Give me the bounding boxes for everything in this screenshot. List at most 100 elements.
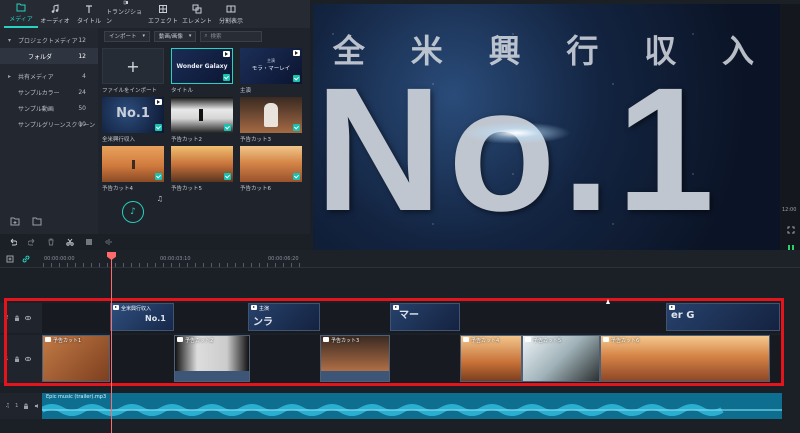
sidebar-item-sample-videos[interactable]: サンプル動画 50 bbox=[0, 100, 98, 116]
ruler-ticks bbox=[43, 263, 303, 267]
title-clip-icon bbox=[223, 51, 230, 57]
video-clip[interactable]: 予告カット1 bbox=[42, 335, 110, 382]
title-clip[interactable]: マー bbox=[390, 303, 460, 331]
media-item-no1[interactable]: No.1 全米興行収入 bbox=[102, 97, 164, 143]
sidebar-item-shared-media[interactable]: ▸ 共有メディア 4 bbox=[0, 68, 98, 84]
lock-icon[interactable] bbox=[14, 356, 20, 362]
sidebar-item-sample-colors[interactable]: サンプルカラー 24 bbox=[0, 84, 98, 100]
filter-dropdown[interactable]: 動画/画像 ▾ bbox=[154, 30, 197, 42]
video-clip[interactable]: 予告カット3 bbox=[320, 335, 390, 382]
astronaut-figure bbox=[264, 103, 278, 127]
media-library-toolbar: メディア オーディオ タイトル トランジション エフェクト エレメント 分割表示 bbox=[0, 0, 310, 28]
video-clip[interactable]: 予告カット4 bbox=[460, 335, 522, 382]
media-thumbnail bbox=[171, 97, 233, 133]
added-check-icon bbox=[293, 75, 300, 82]
media-item-lead[interactable]: 主演 モラ・マーレイ 主演 bbox=[240, 48, 302, 94]
sidebar-item-sample-green-screen[interactable]: サンプルグリーンスクリーン 10 bbox=[0, 116, 98, 132]
video-clip[interactable]: 予告カット5 bbox=[522, 335, 600, 382]
tab-audio-label: オーディオ bbox=[40, 18, 70, 25]
clip-preview-text: マー bbox=[399, 310, 419, 321]
folder-icon[interactable] bbox=[32, 216, 42, 226]
audio-clip[interactable]: Epic music (trailer).mp3 bbox=[42, 393, 782, 419]
media-thumbnail: ♪ ♫ bbox=[102, 195, 164, 225]
video-track-lane: 予告カット1 予告カット2 予告カット3 予告カット4 予告カット5 予告カット… bbox=[42, 335, 782, 383]
lock-icon[interactable] bbox=[14, 315, 20, 321]
video-clip-icon bbox=[603, 337, 609, 342]
tab-elements[interactable]: エレメント bbox=[180, 0, 214, 28]
lens-flare bbox=[461, 122, 571, 144]
tab-media[interactable]: メディア bbox=[4, 0, 38, 28]
chevron-down-icon: ▾ bbox=[142, 33, 146, 39]
import-media-tile[interactable]: + ファイルをインポート bbox=[102, 48, 164, 94]
transition-icon bbox=[123, 0, 128, 5]
add-track-icon[interactable] bbox=[6, 255, 14, 263]
media-item-title[interactable]: Wonder Galaxy タイトル bbox=[171, 48, 233, 94]
preview-player[interactable]: 全 米 興 行 収 入 No.1 bbox=[313, 4, 780, 266]
tab-audio[interactable]: オーディオ bbox=[38, 0, 72, 28]
speaker-icon[interactable] bbox=[34, 403, 40, 409]
media-item-cut2[interactable]: 予告カット2 bbox=[171, 97, 233, 143]
undo-icon[interactable] bbox=[9, 238, 17, 246]
music-note-icon: ♫ bbox=[5, 403, 10, 409]
tab-titles[interactable]: タイトル bbox=[72, 0, 106, 28]
search-placeholder: 検索 bbox=[210, 34, 222, 40]
media-caption: 予告カット4 bbox=[102, 186, 133, 192]
headline-char: 入 bbox=[722, 32, 761, 70]
video-clip-icon bbox=[525, 337, 531, 342]
clip-label: 予告カット4 bbox=[471, 338, 500, 344]
media-toolbar: インポート ▾ 動画/画像 ▾ ⌕ 検索 bbox=[98, 28, 310, 44]
lock-icon[interactable] bbox=[23, 403, 29, 409]
sidebar-item-label: サンプルカラー bbox=[18, 89, 60, 97]
link-icon[interactable] bbox=[22, 255, 30, 263]
sidebar-item-label: プロジェクトメディア bbox=[18, 37, 78, 45]
sidebar-item-folder[interactable]: フォルダ 12 bbox=[0, 48, 98, 64]
delete-icon[interactable] bbox=[47, 238, 55, 246]
filter-label: 動画/画像 bbox=[159, 34, 183, 40]
tab-transitions[interactable]: トランジション bbox=[106, 0, 146, 28]
clip-footer bbox=[321, 371, 389, 381]
music-note-icon: ♫ bbox=[156, 195, 163, 203]
media-item-cut6[interactable]: 予告カット6 bbox=[240, 146, 302, 192]
track-number: 1 bbox=[14, 403, 19, 409]
title-clip[interactable]: 全米興行収入 No.1 bbox=[110, 303, 174, 331]
eye-icon[interactable] bbox=[24, 315, 31, 321]
title-track-lane: 全米興行収入 No.1 主演 ンラ マー er G bbox=[42, 303, 782, 333]
import-label: インポート bbox=[109, 34, 137, 40]
tab-split-screen[interactable]: 分割表示 bbox=[214, 0, 248, 28]
title-clip[interactable]: er G bbox=[666, 303, 780, 331]
tab-effects-label: エフェクト bbox=[147, 18, 178, 25]
effects-icon bbox=[159, 5, 167, 13]
fullscreen-icon[interactable] bbox=[787, 226, 795, 234]
playhead[interactable] bbox=[111, 254, 112, 433]
title-clip-icon bbox=[155, 99, 162, 105]
video-clip-icon bbox=[323, 337, 329, 342]
media-item-cut3[interactable]: 予告カット3 bbox=[240, 97, 302, 143]
track-header-audio: ♫ 1 bbox=[0, 393, 42, 419]
media-caption: 予告カット6 bbox=[240, 186, 271, 192]
audio-split-icon[interactable] bbox=[104, 238, 112, 246]
media-thumbnail bbox=[240, 146, 302, 182]
sidebar-item-project-media[interactable]: ▾ プロジェクトメディア 12 bbox=[0, 32, 98, 48]
redo-icon[interactable] bbox=[28, 238, 36, 246]
media-item-cut4[interactable]: 予告カット4 bbox=[102, 146, 164, 192]
media-item-audio[interactable]: ♪ ♫ bbox=[102, 195, 164, 225]
search-input[interactable]: ⌕ 検索 bbox=[200, 30, 263, 42]
adjust-icon[interactable] bbox=[85, 238, 93, 246]
thumbnail-text: Wonder Galaxy bbox=[176, 63, 228, 70]
media-item-cut5[interactable]: 予告カット5 bbox=[171, 146, 233, 192]
eye-icon[interactable] bbox=[24, 356, 31, 362]
media-thumbnail bbox=[171, 146, 233, 182]
import-dropdown[interactable]: インポート ▾ bbox=[104, 30, 151, 42]
title-clip[interactable]: 主演 ンラ bbox=[248, 303, 320, 331]
video-clip[interactable]: 予告カット6 bbox=[600, 335, 770, 382]
video-clip-icon bbox=[45, 337, 51, 342]
media-sidebar: ▾ プロジェクトメディア 12 フォルダ 12 ▸ 共有メディア 4 サンプルカ… bbox=[0, 28, 98, 234]
figure-silhouette bbox=[132, 160, 135, 169]
video-clip[interactable]: 予告カット2 bbox=[174, 335, 250, 382]
media-caption: ファイルをインポート bbox=[102, 88, 158, 94]
timeline-ruler[interactable]: 00:00:00:00 00:00:03:10 00:00:06:20 bbox=[0, 250, 800, 268]
scissors-icon[interactable] bbox=[66, 238, 74, 246]
tab-effects[interactable]: エフェクト bbox=[146, 0, 180, 28]
new-folder-icon[interactable] bbox=[10, 216, 20, 226]
tab-elements-label: エレメント bbox=[181, 18, 212, 25]
